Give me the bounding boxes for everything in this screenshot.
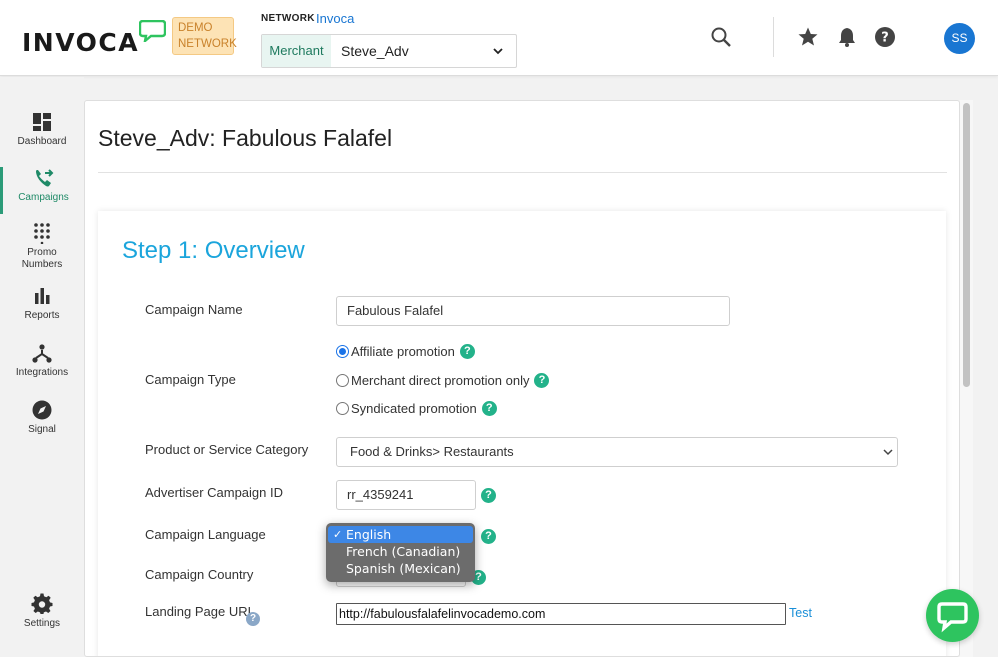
advertiser-id-label: Advertiser Campaign ID — [145, 485, 283, 500]
option-label: English — [346, 527, 392, 542]
search-icon[interactable] — [710, 26, 732, 48]
language-option-french[interactable]: French (Canadian) — [328, 543, 473, 560]
sidebar-item-label: Campaigns — [18, 192, 69, 203]
merchant-value: Steve_Adv — [341, 43, 409, 59]
invoca-logo[interactable]: INVOCA — [22, 28, 139, 57]
radio-label: Merchant direct promotion only — [351, 373, 530, 388]
network-label: NETWORK — [261, 13, 315, 24]
option-label: Spanish (Mexican) — [346, 561, 461, 576]
radio-button[interactable] — [336, 402, 349, 415]
chat-bubble-icon — [937, 602, 968, 633]
avatar[interactable]: SS — [944, 23, 975, 54]
help-icon[interactable]: ? — [459, 344, 475, 359]
campaign-type-label: Campaign Type — [145, 372, 236, 387]
merchant-selector[interactable]: Merchant Steve_Adv — [261, 34, 517, 68]
sidebar-item-settings[interactable]: Settings — [0, 593, 84, 649]
integrations-icon — [32, 344, 52, 363]
demo-badge-line1: DEMO — [178, 22, 213, 34]
bell-icon[interactable] — [836, 26, 858, 48]
sidebar-item-reports[interactable]: Reports — [0, 285, 84, 341]
language-option-english[interactable]: ✓ English — [328, 526, 473, 543]
scrollbar-thumb[interactable] — [963, 103, 970, 387]
sidebar-item-label: Numbers — [21, 258, 63, 270]
landing-url-label: Landing Page URL — [145, 604, 255, 619]
radio-button[interactable] — [336, 374, 349, 387]
category-select[interactable]: Food & Drinks> Restaurants — [336, 437, 898, 467]
sidebar-item-promo-numbers[interactable]: Promo Numbers — [0, 222, 84, 272]
merchant-label: Merchant — [262, 35, 331, 67]
sidebar-item-integrations[interactable]: Integrations — [0, 342, 84, 398]
sidebar-item-signal[interactable]: Signal — [0, 399, 84, 455]
bar-chart-icon — [35, 288, 50, 304]
top-header: INVOCA DEMO NETWORK NETWORK Invoca Merch… — [0, 0, 998, 76]
demo-network-badge: DEMO NETWORK — [172, 17, 237, 55]
help-icon[interactable]: ? — [481, 488, 496, 503]
help-icon[interactable]: ? — [534, 373, 550, 388]
page-title: Steve_Adv: Fabulous Falafel — [98, 125, 393, 151]
chat-launcher-button[interactable] — [926, 589, 979, 642]
help-icon[interactable]: ? — [246, 612, 260, 626]
keypad-icon — [34, 223, 50, 244]
option-label: French (Canadian) — [346, 544, 461, 559]
star-icon[interactable] — [797, 26, 819, 48]
radio-affiliate-promotion[interactable]: Affiliate promotion ? — [336, 344, 475, 359]
language-label: Campaign Language — [145, 527, 266, 542]
advertiser-id-input[interactable]: rr_4359241 — [336, 480, 476, 510]
radio-button[interactable] — [336, 345, 349, 358]
radio-label: Affiliate promotion — [351, 344, 455, 359]
dashboard-icon — [33, 113, 51, 131]
compass-icon — [32, 400, 52, 420]
category-label: Product or Service Category — [145, 442, 309, 457]
sidebar-item-label: Settings — [23, 618, 61, 629]
step-title: Step 1: Overview — [122, 237, 305, 264]
scrollbar[interactable] — [960, 100, 973, 657]
sidebar-item-label: Reports — [24, 310, 60, 321]
sidebar-item-label: Integrations — [15, 367, 69, 378]
sidebar-item-label: Dashboard — [17, 136, 67, 147]
svg-text:?: ? — [881, 31, 889, 46]
header-divider — [773, 17, 774, 57]
help-icon[interactable]: ? — [481, 401, 497, 416]
test-link[interactable]: Test — [789, 606, 812, 620]
category-value: Food & Drinks> Restaurants — [350, 444, 514, 459]
divider — [98, 172, 947, 173]
network-link[interactable]: Invoca — [316, 11, 354, 26]
sidebar: Dashboard Campaigns Promo Numbers Report… — [0, 77, 84, 657]
campaigns-phone-icon — [35, 169, 53, 187]
chat-bubble-logo-icon — [139, 20, 166, 42]
sidebar-item-label: Promo — [27, 247, 57, 258]
country-label: Campaign Country — [145, 567, 254, 582]
help-icon[interactable]: ? — [874, 26, 896, 48]
chevron-down-icon — [493, 48, 503, 55]
landing-url-input[interactable]: http://fabulousfalafelinvocademo.com — [336, 603, 786, 625]
sidebar-item-campaigns[interactable]: Campaigns — [0, 167, 84, 214]
checkmark-icon: ✓ — [333, 528, 343, 541]
language-dropdown-menu: ✓ English French (Canadian) Spanish (Mex… — [326, 523, 475, 582]
campaign-name-input[interactable]: Fabulous Falafel — [336, 296, 730, 326]
language-option-spanish[interactable]: Spanish (Mexican) — [328, 560, 473, 577]
demo-badge-line2: NETWORK — [178, 38, 237, 50]
main-panel: Steve_Adv: Fabulous Falafel Step 1: Over… — [84, 100, 960, 657]
radio-syndicated-promotion[interactable]: Syndicated promotion ? — [336, 401, 497, 416]
chevron-down-icon — [883, 449, 893, 456]
gear-icon — [31, 593, 53, 614]
help-icon[interactable]: ? — [481, 529, 496, 544]
radio-label: Syndicated promotion — [351, 401, 477, 416]
step-card: Step 1: Overview Campaign Name Fabulous … — [98, 211, 946, 656]
sidebar-item-dashboard[interactable]: Dashboard — [0, 111, 84, 167]
sidebar-item-label: Signal — [28, 424, 56, 435]
radio-merchant-direct[interactable]: Merchant direct promotion only ? — [336, 373, 550, 388]
campaign-name-label: Campaign Name — [145, 302, 243, 317]
